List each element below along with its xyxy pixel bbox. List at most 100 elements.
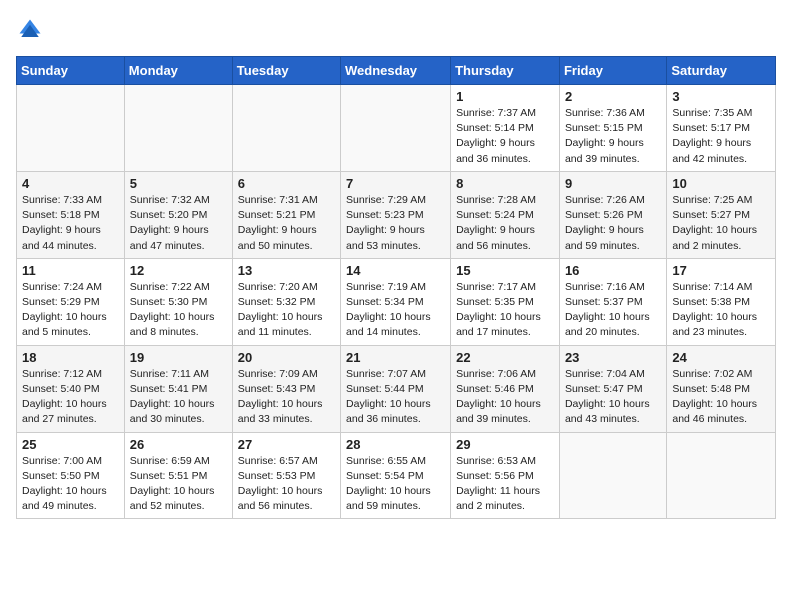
cell-content: Sunrise: 7:33 AM Sunset: 5:18 PM Dayligh…: [22, 193, 119, 254]
day-number: 22: [456, 350, 554, 365]
cell-content: Sunrise: 6:55 AM Sunset: 5:54 PM Dayligh…: [346, 454, 445, 515]
calendar-week-3: 11 Sunrise: 7:24 AM Sunset: 5:29 PM Dayli…: [17, 258, 776, 345]
cell-content: Sunrise: 7:12 AM Sunset: 5:40 PM Dayligh…: [22, 367, 119, 428]
calendar-cell: 23 Sunrise: 7:04 AM Sunset: 5:47 PM Dayli…: [559, 345, 666, 432]
day-number: 11: [22, 263, 119, 278]
cell-content: Sunrise: 7:31 AM Sunset: 5:21 PM Dayligh…: [238, 193, 335, 254]
cell-content: Sunrise: 6:57 AM Sunset: 5:53 PM Dayligh…: [238, 454, 335, 515]
cell-content: Sunrise: 7:24 AM Sunset: 5:29 PM Dayligh…: [22, 280, 119, 341]
day-number: 18: [22, 350, 119, 365]
calendar-header-row: SundayMondayTuesdayWednesdayThursdayFrid…: [17, 57, 776, 85]
cell-content: Sunrise: 6:59 AM Sunset: 5:51 PM Dayligh…: [130, 454, 227, 515]
calendar-cell: 6 Sunrise: 7:31 AM Sunset: 5:21 PM Daylig…: [232, 171, 340, 258]
calendar-cell: [17, 85, 125, 172]
calendar-cell: 26 Sunrise: 6:59 AM Sunset: 5:51 PM Dayli…: [124, 432, 232, 519]
calendar-week-1: 1 Sunrise: 7:37 AM Sunset: 5:14 PM Daylig…: [17, 85, 776, 172]
day-number: 29: [456, 437, 554, 452]
calendar-cell: [124, 85, 232, 172]
day-header-monday: Monday: [124, 57, 232, 85]
cell-content: Sunrise: 7:26 AM Sunset: 5:26 PM Dayligh…: [565, 193, 661, 254]
calendar-week-4: 18 Sunrise: 7:12 AM Sunset: 5:40 PM Dayli…: [17, 345, 776, 432]
day-header-tuesday: Tuesday: [232, 57, 340, 85]
calendar-week-2: 4 Sunrise: 7:33 AM Sunset: 5:18 PM Daylig…: [17, 171, 776, 258]
calendar-cell: 3 Sunrise: 7:35 AM Sunset: 5:17 PM Daylig…: [667, 85, 776, 172]
cell-content: Sunrise: 6:53 AM Sunset: 5:56 PM Dayligh…: [456, 454, 554, 515]
day-number: 2: [565, 89, 661, 104]
calendar-cell: 25 Sunrise: 7:00 AM Sunset: 5:50 PM Dayli…: [17, 432, 125, 519]
calendar-cell: 9 Sunrise: 7:26 AM Sunset: 5:26 PM Daylig…: [559, 171, 666, 258]
day-header-friday: Friday: [559, 57, 666, 85]
calendar-cell: [341, 85, 451, 172]
calendar-cell: 12 Sunrise: 7:22 AM Sunset: 5:30 PM Dayli…: [124, 258, 232, 345]
day-number: 27: [238, 437, 335, 452]
calendar-cell: 16 Sunrise: 7:16 AM Sunset: 5:37 PM Dayli…: [559, 258, 666, 345]
day-number: 12: [130, 263, 227, 278]
cell-content: Sunrise: 7:37 AM Sunset: 5:14 PM Dayligh…: [456, 106, 554, 167]
day-number: 6: [238, 176, 335, 191]
day-number: 16: [565, 263, 661, 278]
logo-icon: [16, 16, 44, 44]
cell-content: Sunrise: 7:16 AM Sunset: 5:37 PM Dayligh…: [565, 280, 661, 341]
day-number: 24: [672, 350, 770, 365]
cell-content: Sunrise: 7:29 AM Sunset: 5:23 PM Dayligh…: [346, 193, 445, 254]
cell-content: Sunrise: 7:17 AM Sunset: 5:35 PM Dayligh…: [456, 280, 554, 341]
cell-content: Sunrise: 7:07 AM Sunset: 5:44 PM Dayligh…: [346, 367, 445, 428]
cell-content: Sunrise: 7:25 AM Sunset: 5:27 PM Dayligh…: [672, 193, 770, 254]
day-number: 9: [565, 176, 661, 191]
day-number: 20: [238, 350, 335, 365]
cell-content: Sunrise: 7:02 AM Sunset: 5:48 PM Dayligh…: [672, 367, 770, 428]
day-number: 4: [22, 176, 119, 191]
day-header-thursday: Thursday: [451, 57, 560, 85]
logo: [16, 16, 48, 44]
calendar-cell: 14 Sunrise: 7:19 AM Sunset: 5:34 PM Dayli…: [341, 258, 451, 345]
day-number: 13: [238, 263, 335, 278]
cell-content: Sunrise: 7:22 AM Sunset: 5:30 PM Dayligh…: [130, 280, 227, 341]
day-number: 15: [456, 263, 554, 278]
day-number: 1: [456, 89, 554, 104]
calendar-cell: [559, 432, 666, 519]
day-number: 7: [346, 176, 445, 191]
cell-content: Sunrise: 7:20 AM Sunset: 5:32 PM Dayligh…: [238, 280, 335, 341]
day-number: 5: [130, 176, 227, 191]
cell-content: Sunrise: 7:06 AM Sunset: 5:46 PM Dayligh…: [456, 367, 554, 428]
day-number: 25: [22, 437, 119, 452]
cell-content: Sunrise: 7:36 AM Sunset: 5:15 PM Dayligh…: [565, 106, 661, 167]
calendar-cell: 2 Sunrise: 7:36 AM Sunset: 5:15 PM Daylig…: [559, 85, 666, 172]
cell-content: Sunrise: 7:19 AM Sunset: 5:34 PM Dayligh…: [346, 280, 445, 341]
calendar-cell: 19 Sunrise: 7:11 AM Sunset: 5:41 PM Dayli…: [124, 345, 232, 432]
cell-content: Sunrise: 7:35 AM Sunset: 5:17 PM Dayligh…: [672, 106, 770, 167]
calendar-cell: 7 Sunrise: 7:29 AM Sunset: 5:23 PM Daylig…: [341, 171, 451, 258]
calendar-cell: 20Sunrise: 7:09 AM Sunset: 5:43 PM Dayli…: [232, 345, 340, 432]
calendar-cell: 13 Sunrise: 7:20 AM Sunset: 5:32 PM Dayli…: [232, 258, 340, 345]
day-header-saturday: Saturday: [667, 57, 776, 85]
day-number: 23: [565, 350, 661, 365]
cell-content: Sunrise: 7:11 AM Sunset: 5:41 PM Dayligh…: [130, 367, 227, 428]
day-number: 3: [672, 89, 770, 104]
calendar-cell: 5 Sunrise: 7:32 AM Sunset: 5:20 PM Daylig…: [124, 171, 232, 258]
day-number: 17: [672, 263, 770, 278]
cell-content: Sunrise: 7:04 AM Sunset: 5:47 PM Dayligh…: [565, 367, 661, 428]
calendar-cell: 28 Sunrise: 6:55 AM Sunset: 5:54 PM Dayli…: [341, 432, 451, 519]
cell-content: Sunrise: 7:32 AM Sunset: 5:20 PM Dayligh…: [130, 193, 227, 254]
cell-content: Sunrise: 7:00 AM Sunset: 5:50 PM Dayligh…: [22, 454, 119, 515]
day-number: 14: [346, 263, 445, 278]
calendar-cell: 15 Sunrise: 7:17 AM Sunset: 5:35 PM Dayli…: [451, 258, 560, 345]
day-number: 19: [130, 350, 227, 365]
cell-content: Sunrise: 7:28 AM Sunset: 5:24 PM Dayligh…: [456, 193, 554, 254]
calendar-cell: [667, 432, 776, 519]
calendar-cell: 4 Sunrise: 7:33 AM Sunset: 5:18 PM Daylig…: [17, 171, 125, 258]
day-header-wednesday: Wednesday: [341, 57, 451, 85]
day-number: 28: [346, 437, 445, 452]
calendar-cell: 17 Sunrise: 7:14 AM Sunset: 5:38 PM Dayli…: [667, 258, 776, 345]
day-number: 26: [130, 437, 227, 452]
calendar-cell: 8 Sunrise: 7:28 AM Sunset: 5:24 PM Daylig…: [451, 171, 560, 258]
day-number: 10: [672, 176, 770, 191]
calendar-cell: [232, 85, 340, 172]
calendar-cell: 10 Sunrise: 7:25 AM Sunset: 5:27 PM Dayli…: [667, 171, 776, 258]
day-number: 8: [456, 176, 554, 191]
day-header-sunday: Sunday: [17, 57, 125, 85]
calendar-cell: 21 Sunrise: 7:07 AM Sunset: 5:44 PM Dayli…: [341, 345, 451, 432]
cell-content: Sunrise: 7:14 AM Sunset: 5:38 PM Dayligh…: [672, 280, 770, 341]
calendar-cell: 1 Sunrise: 7:37 AM Sunset: 5:14 PM Daylig…: [451, 85, 560, 172]
day-number: 21: [346, 350, 445, 365]
